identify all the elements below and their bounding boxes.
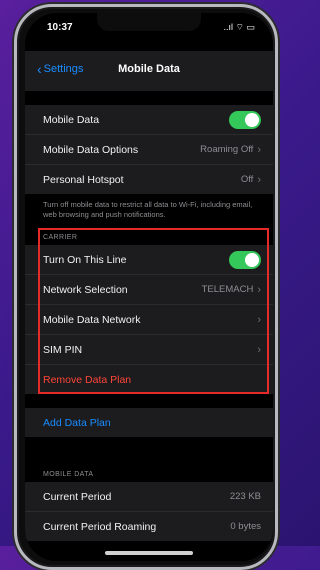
row-current-period: Current Period 223 KB [25,482,273,512]
row-label: Personal Hotspot [43,173,124,186]
row-personal-hotspot[interactable]: Personal Hotspot Off › [25,165,273,194]
chevron-right-icon: › [257,173,261,186]
add-data-plan-button[interactable]: Add Data Plan [43,417,111,429]
settings-content: Mobile Data Mobile Data Options Roaming … [25,91,273,561]
usage-group: Current Period 223 KB Current Period Roa… [25,482,273,541]
row-label: Current Period Roaming [43,520,157,533]
row-label: Current Period [43,490,112,503]
nav-bar: ‹ Settings Mobile Data [25,51,273,91]
row-value: 0 bytes [230,521,261,532]
row-label: Mobile Data Options [43,143,139,156]
mobile-data-group: Mobile Data Mobile Data Options Roaming … [25,105,273,194]
row-value: 223 KB [229,491,261,502]
notch [97,13,201,31]
mobile-data-note: Turn off mobile data to restrict all dat… [25,194,273,228]
spacer [25,394,273,408]
spacer [25,91,273,105]
home-indicator[interactable] [105,551,193,555]
row-label: Mobile Data [43,113,100,126]
status-time: 10:37 [47,22,73,33]
row-value: Off › [241,174,261,186]
value-text: Roaming Off [200,144,254,155]
row-current-period-roaming: Current Period Roaming 0 bytes [25,512,273,541]
chevron-right-icon: › [257,143,261,156]
carrier-section: CARRIER Turn On This Line Network Select… [25,228,273,394]
mobile-data-usage-header: MOBILE DATA [43,471,94,478]
mobile-data-toggle[interactable] [229,110,261,129]
highlight-box [38,228,269,394]
phone-frame: 10:37 ..ıl ⌔ ▭ ‹ Settings Mobile Data Mo… [14,4,278,570]
phone-screen: 10:37 ..ıl ⌔ ▭ ‹ Settings Mobile Data Mo… [25,13,273,561]
page-title: Mobile Data [118,63,180,75]
status-icons: ..ıl ⌔ ▭ [223,22,255,32]
row-value: Roaming Off › [200,144,261,156]
row-mobile-data-options[interactable]: Mobile Data Options Roaming Off › [25,135,273,165]
row-add-data-plan[interactable]: Add Data Plan [25,408,273,437]
spacer [25,437,273,465]
add-plan-group: Add Data Plan [25,408,273,437]
value-text: Off [240,174,254,185]
row-mobile-data: Mobile Data [25,105,273,135]
